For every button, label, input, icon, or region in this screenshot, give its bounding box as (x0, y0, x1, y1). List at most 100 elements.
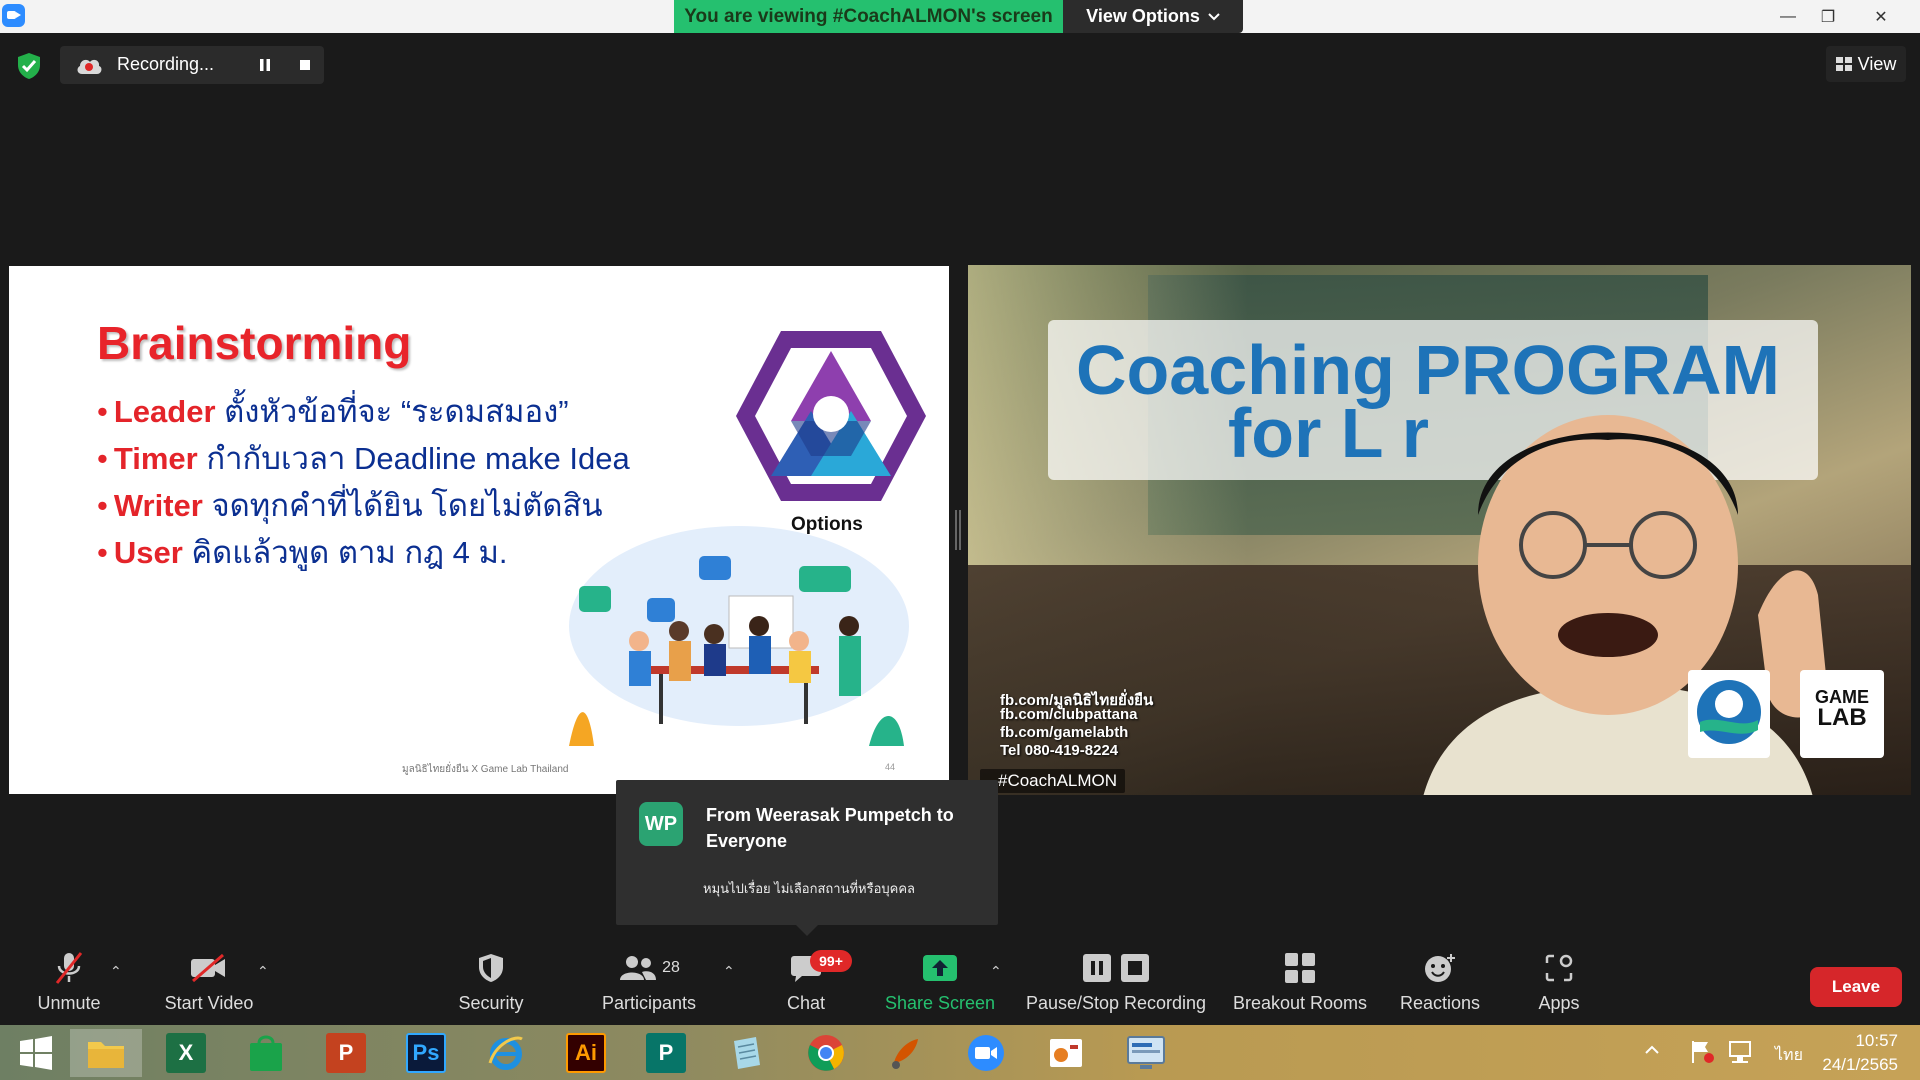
chat-notification-toast[interactable]: WP From Weerasak Pumpetch to Everyone หม… (616, 780, 998, 925)
taskbar-excel[interactable]: X (150, 1029, 222, 1077)
window-titlebar: You are viewing #CoachALMON's screen Vie… (0, 0, 1920, 33)
network-icon[interactable] (1728, 1039, 1754, 1065)
meeting-toolbar: Unmute ⌃ Start Video ⌃ Security 28 Parti… (0, 943, 1920, 1025)
security-button[interactable]: Security (455, 943, 527, 1025)
security-shield-icon (479, 954, 503, 982)
muted-microphone-icon (55, 952, 83, 984)
pause-recording-icon (1083, 954, 1111, 982)
apps-button[interactable]: Apps (1533, 943, 1585, 1025)
grid-view-icon (1835, 57, 1852, 71)
stop-icon (300, 60, 310, 70)
pause-stop-recording-label: Pause/Stop Recording (1025, 993, 1207, 1013)
unmute-label: Unmute (37, 993, 101, 1013)
taskbar-zoom[interactable] (950, 1029, 1022, 1077)
viewing-screen-banner: You are viewing #CoachALMON's screen (674, 0, 1063, 33)
taskbar-powerpoint[interactable]: P (310, 1029, 382, 1077)
bullet-text: จดทุกคำที่ได้ยิน โดยไม่ตัดสิน (202, 488, 603, 523)
chat-notification-title: From Weerasak Pumpetch to Everyone (706, 805, 954, 852)
recording-bar: Recording... (60, 46, 324, 84)
slide-title: Brainstorming (97, 317, 412, 369)
participants-label: Participants (601, 993, 697, 1013)
contact-line: fb.com/gamelabth (1000, 724, 1129, 741)
video-options-caret[interactable]: ⌃ (257, 963, 269, 980)
notepad-icon (734, 1037, 760, 1069)
foundation-logo (1688, 670, 1770, 758)
reactions-button[interactable]: Reactions (1397, 943, 1483, 1025)
show-hidden-icons-chevron-icon[interactable] (1645, 1045, 1659, 1055)
security-label: Security (458, 993, 524, 1013)
taskbar-paint[interactable] (870, 1029, 942, 1077)
restore-button[interactable]: ❐ (1805, 0, 1851, 33)
share-screen-icon (923, 955, 957, 981)
bullet-keyword: Leader (113, 394, 216, 429)
panel-splitter-handle[interactable] (955, 510, 961, 550)
reactions-label: Reactions (1399, 993, 1481, 1013)
illustrator-icon: Ai (566, 1033, 606, 1073)
pause-recording-button[interactable] (252, 52, 278, 78)
bullet-text: คิดแล้วพูด ตาม กฎ 4 ม. (182, 535, 508, 570)
shared-screen-slide: Brainstorming • Leader ตั้งหัวข้อที่จะ “ร… (9, 266, 949, 794)
stop-recording-button[interactable] (292, 52, 318, 78)
share-screen-button[interactable]: Share Screen (884, 943, 996, 1025)
video-off-icon (191, 953, 225, 983)
close-button[interactable]: ✕ (1858, 0, 1904, 33)
internet-explorer-icon (488, 1036, 523, 1070)
audio-options-caret[interactable]: ⌃ (110, 963, 122, 980)
game-lab-logo-line2: LAB (1817, 704, 1867, 731)
breakout-rooms-icon (1285, 953, 1315, 983)
windows-logo-icon (20, 1036, 52, 1070)
contact-line: Tel 080-419-8224 (1000, 742, 1119, 759)
taskbar-internet-explorer[interactable] (470, 1029, 542, 1077)
taskbar-file-explorer[interactable] (70, 1029, 142, 1077)
unmute-button[interactable]: Unmute (30, 943, 108, 1025)
breakout-rooms-label: Breakout Rooms (1232, 993, 1368, 1013)
taskbar-chrome[interactable] (790, 1029, 862, 1077)
toast-pointer (796, 925, 818, 936)
participant-video-tile[interactable]: Coaching PROGRAM for L r fb.com/มูลนิธิไ… (968, 265, 1911, 795)
chat-label: Chat (786, 993, 826, 1013)
encryption-shield-icon[interactable] (16, 52, 42, 80)
taskbar-slideshow[interactable] (1030, 1029, 1102, 1077)
view-label: View (1857, 53, 1897, 74)
share-options-caret[interactable]: ⌃ (990, 963, 1002, 980)
chat-notification-message: หมุนไปเรื่อย ไม่เลือกสถานที่หรือบุคคล (703, 881, 916, 896)
team-brainstorm-illustration (569, 526, 909, 746)
participants-button[interactable]: 28 Participants (598, 943, 700, 1025)
publisher-icon: P (646, 1033, 686, 1073)
keyboard-language-indicator[interactable]: ไทย (1775, 1043, 1803, 1068)
slide-bullet: • Timer กำกับเวลา Deadline make Idea (97, 441, 630, 476)
participants-options-caret[interactable]: ⌃ (723, 963, 735, 980)
bullet-keyword: Writer (113, 488, 203, 523)
taskbar-clock-time[interactable]: 10:57 (1808, 1031, 1898, 1051)
breakout-rooms-button[interactable]: Breakout Rooms (1228, 943, 1372, 1025)
pause-stop-recording-button[interactable]: Pause/Stop Recording (1025, 943, 1207, 1025)
view-layout-button[interactable]: View (1826, 46, 1906, 82)
taskbar-illustrator[interactable]: Ai (550, 1029, 622, 1077)
taskbar-photoshop[interactable]: Ps (390, 1029, 462, 1077)
remote-desktop-icon (1127, 1036, 1165, 1069)
taskbar-notepad[interactable] (710, 1029, 782, 1077)
windows-start-button[interactable] (0, 1029, 72, 1077)
leave-meeting-button[interactable]: Leave (1810, 967, 1902, 1007)
participants-icon (620, 956, 657, 980)
folder-icon (88, 1042, 124, 1068)
powerpoint-icon: P (326, 1033, 366, 1073)
taskbar-remote-desktop[interactable] (1110, 1029, 1182, 1077)
slideshow-icon (1050, 1039, 1082, 1067)
taskbar-publisher[interactable]: P (630, 1029, 702, 1077)
participant-name-label: #CoachALMON (980, 769, 1126, 793)
start-video-button[interactable]: Start Video (160, 943, 258, 1025)
action-center-flag-icon[interactable] (1690, 1039, 1716, 1065)
paint-brush-icon (892, 1039, 918, 1069)
taskbar-clock-date[interactable]: 24/1/2565 (1808, 1055, 1898, 1075)
zoom-video-icon (968, 1035, 1004, 1071)
chevron-down-icon (1208, 12, 1220, 20)
taskbar-store[interactable] (230, 1029, 302, 1077)
contact-line: fb.com/clubpattana (1000, 706, 1138, 723)
view-options-button[interactable]: View Options (1063, 0, 1243, 33)
game-lab-logo: GAME LAB (1800, 670, 1884, 758)
options-hexagon-diagram (736, 331, 926, 501)
slide-page-number: 44 (885, 762, 896, 772)
foundation-logo-mark (1697, 680, 1761, 744)
bullet-keyword: Timer (113, 441, 198, 476)
